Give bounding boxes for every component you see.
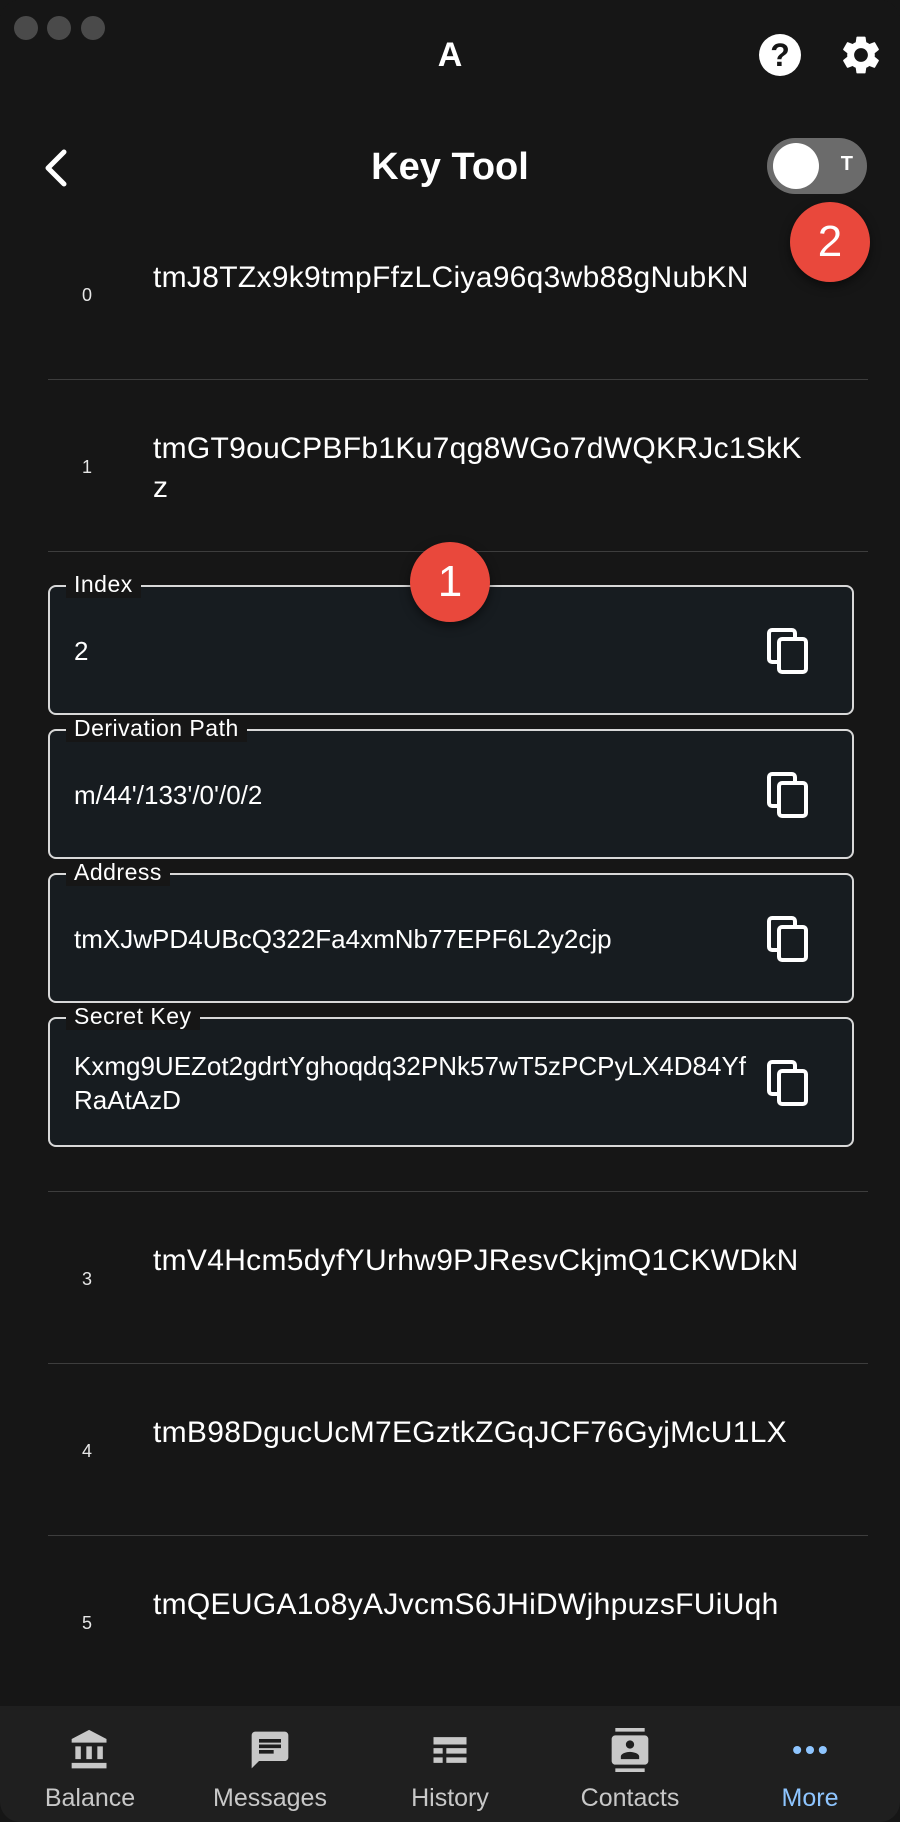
address-row[interactable]: 3 tmV4Hcm5dyfYUrhw9PJResvCkjmQ1CKWDkN <box>48 1192 868 1364</box>
nav-history[interactable]: History <box>360 1706 540 1822</box>
copy-icon[interactable] <box>766 915 810 963</box>
message-icon <box>251 1731 289 1769</box>
row-address: tmJ8TZx9k9tmpFfzLCiya96q3wb88gNubKN <box>153 261 749 294</box>
help-icon[interactable]: ? <box>759 34 801 76</box>
contact-icon <box>611 1728 649 1772</box>
nav-contacts[interactable]: Contacts <box>540 1706 720 1822</box>
secret-key-value: Kxmg9UEZot2gdrtYghoqdq32PNk57wT5zPCPyLX4… <box>74 1051 747 1115</box>
address-field[interactable]: Address tmXJwPD4UBcQ322Fa4xmNb77EPF6L2y2… <box>48 859 854 1003</box>
row-index: 0 <box>82 285 93 305</box>
address-label: Address <box>66 859 170 886</box>
nav-messages[interactable]: Messages <box>180 1706 360 1822</box>
row-index: 5 <box>82 1613 93 1633</box>
page-title: Key Tool <box>371 146 529 188</box>
row-index: 1 <box>82 457 93 477</box>
row-address: tmQEUGA1o8yAJvcmS6JHiDWjhpuzsFUiUqh <box>153 1588 779 1621</box>
step-badge-1: 1 <box>410 542 490 622</box>
toggle-letter: T <box>840 153 853 175</box>
row-index: 4 <box>82 1441 93 1461</box>
row-address: tmB98DgucUcM7EGztkZGqJCF76GyjMcU1LX <box>153 1416 787 1449</box>
secret-key-label: Secret Key <box>66 1003 200 1030</box>
nav-balance[interactable]: Balance <box>0 1706 180 1822</box>
nav-more[interactable]: More <box>720 1706 900 1822</box>
index-label: Index <box>66 571 141 598</box>
derivation-path-value: m/44'/133'/0'/0/2 <box>74 780 263 810</box>
address-row[interactable]: 1 tmGT9ouCPBFb1Ku7qg8WGo7dWQKRJc1SkKz <box>48 380 868 552</box>
nav-label: Messages <box>213 1784 327 1812</box>
toggle-knob <box>773 143 819 189</box>
table-icon <box>433 1737 467 1763</box>
address-row[interactable]: 4 tmB98DgucUcM7EGztkZGqJCF76GyjMcU1LX <box>48 1364 868 1536</box>
app-window: A ? Key Tool T 2 1 0 tmJ8TZx9k9tmpFfzLCi… <box>0 0 900 1822</box>
title-bar: A ? <box>0 0 900 115</box>
nav-label: History <box>411 1784 489 1812</box>
row-address: tmGT9ouCPBFb1Ku7qg8WGo7dWQKRJc1SkKz <box>153 432 802 504</box>
copy-icon[interactable] <box>766 627 810 675</box>
derivation-path-label: Derivation Path <box>66 715 247 742</box>
secret-key-field[interactable]: Secret Key Kxmg9UEZot2gdrtYghoqdq32PNk57… <box>48 1003 854 1147</box>
gear-icon[interactable] <box>838 32 884 78</box>
address-value: tmXJwPD4UBcQ322Fa4xmNb77EPF6L2y2cjp <box>74 924 612 954</box>
derivation-path-field[interactable]: Derivation Path m/44'/133'/0'/0/2 <box>48 715 854 859</box>
nav-label: Contacts <box>580 1784 680 1812</box>
nav-label: Balance <box>44 1784 136 1812</box>
bottom-navigation: Balance Messages History Contacts More <box>0 1706 900 1822</box>
nav-label: More <box>781 1784 839 1812</box>
address-row[interactable]: 0 tmJ8TZx9k9tmpFfzLCiya96q3wb88gNubKN <box>48 214 868 380</box>
bank-icon <box>71 1729 107 1769</box>
address-row[interactable]: 5 tmQEUGA1o8yAJvcmS6JHiDWjhpuzsFUiUqh <box>48 1536 868 1708</box>
step-badge-2: 2 <box>790 202 870 282</box>
copy-icon[interactable] <box>766 1059 810 1107</box>
more-icon <box>793 1745 827 1755</box>
row-address: tmV4Hcm5dyfYUrhw9PJResvCkjmQ1CKWDkN <box>153 1244 799 1277</box>
index-value: 2 <box>74 636 89 666</box>
copy-icon[interactable] <box>766 771 810 819</box>
testnet-toggle[interactable]: T <box>767 138 867 194</box>
row-index: 3 <box>82 1269 93 1289</box>
